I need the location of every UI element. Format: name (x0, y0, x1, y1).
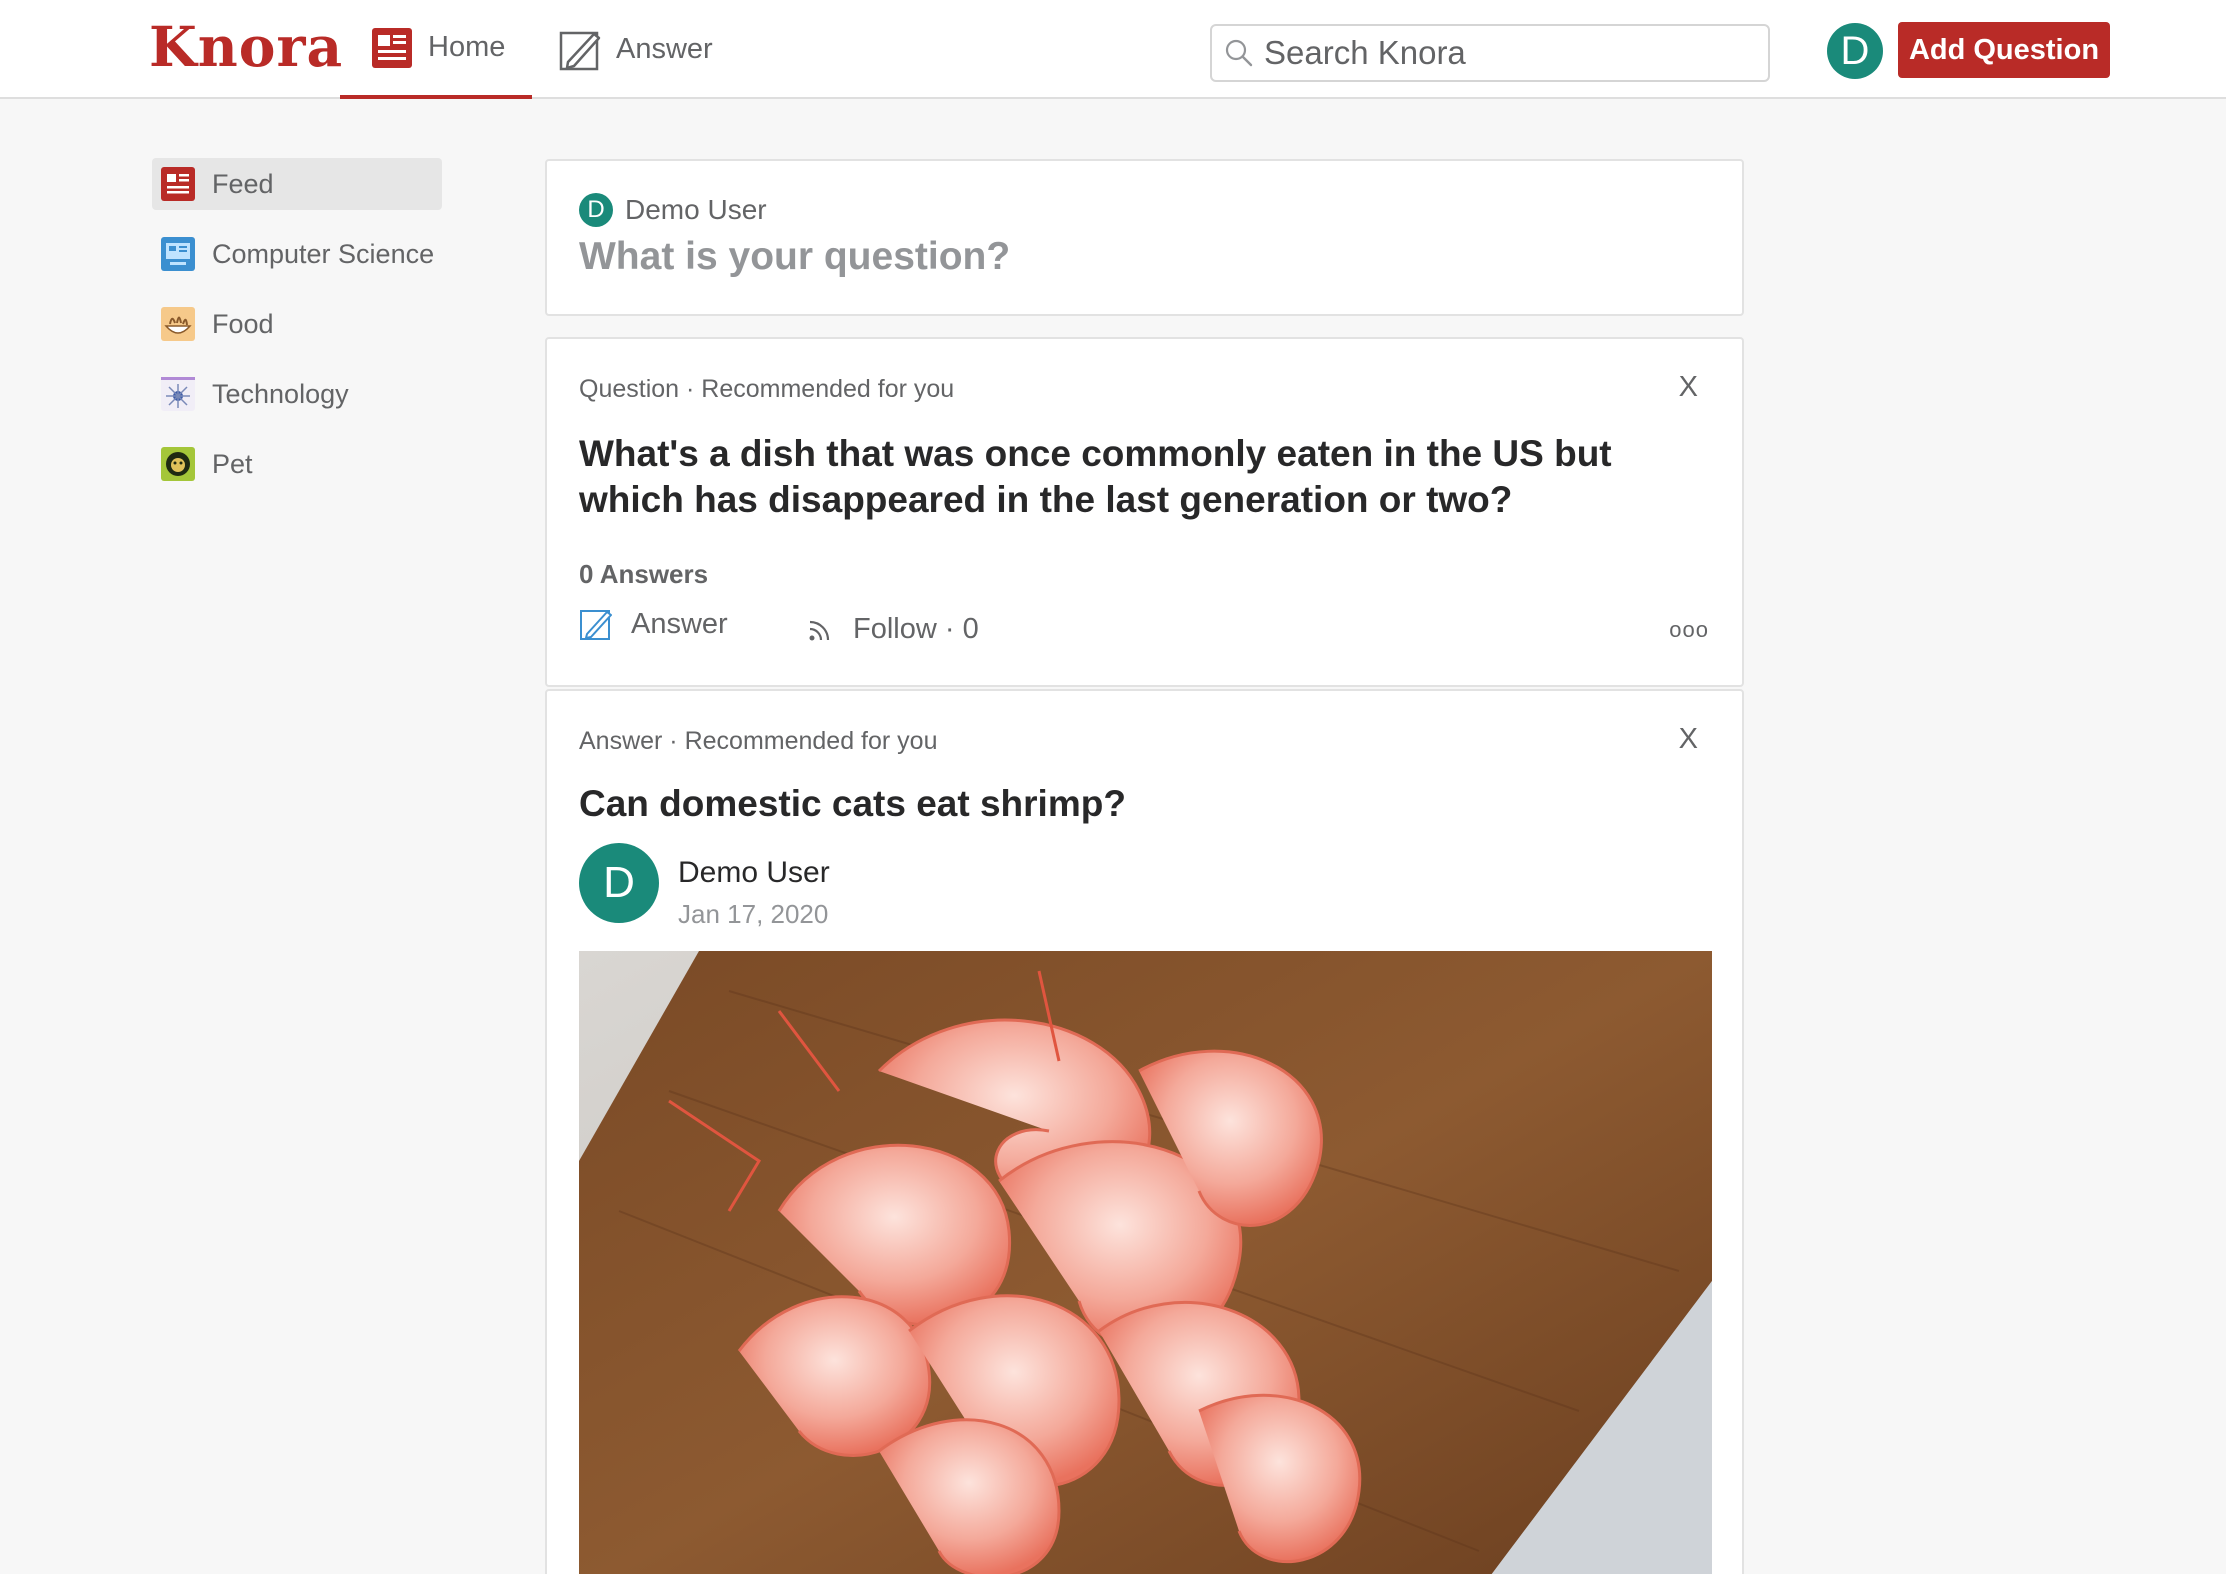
home-feed-icon (372, 27, 412, 68)
pet-icon (160, 446, 196, 482)
sidebar-item-label: Pet (212, 448, 253, 479)
answer-question-title[interactable]: Can domestic cats eat shrimp? (579, 783, 1126, 825)
pencil-square-icon (580, 610, 612, 640)
sidebar-item-computer-science[interactable]: Computer Science (152, 228, 442, 280)
answer-date: Jan 17, 2020 (678, 899, 829, 929)
nav-answer-label: Answer (616, 33, 713, 65)
sidebar-item-technology[interactable]: Technology (152, 368, 442, 420)
card-meta: Answer · Recommended for you (579, 727, 938, 755)
search-box[interactable] (1210, 24, 1770, 82)
nav-tab-answer[interactable]: Answer (558, 0, 713, 99)
sidebar-item-label: Computer Science (212, 238, 435, 269)
shrimp-photo (579, 951, 1712, 1574)
dismiss-button[interactable]: X (1679, 723, 1698, 756)
answer-button-label: Answer (631, 607, 728, 640)
rss-follow-icon (809, 620, 830, 640)
question-actions: Answer Follow · 0 ooo (579, 607, 1709, 657)
dismiss-button[interactable]: X (1679, 371, 1698, 404)
follow-button[interactable]: Follow · 0 (805, 613, 979, 646)
answer-feed-card: Answer · Recommended for you X Can domes… (545, 689, 1744, 1574)
author-avatar[interactable]: D (579, 843, 659, 923)
sidebar-item-pet[interactable]: Pet (152, 438, 442, 490)
sidebar-item-label: Feed (212, 168, 274, 199)
sidebar-item-label: Food (212, 308, 274, 339)
search-input[interactable] (1264, 34, 1744, 72)
food-icon (160, 306, 196, 342)
avatar: D (579, 193, 613, 227)
technology-icon (160, 376, 196, 412)
author-name[interactable]: Demo User (678, 856, 830, 890)
user-avatar[interactable]: D (1827, 23, 1883, 79)
topics-sidebar: Feed Computer Science Food Technology Pe… (152, 158, 442, 508)
computer-science-icon (160, 236, 196, 272)
feed-icon (160, 166, 196, 202)
top-navigation-bar: Knora Home Answer D Add Question (0, 0, 2226, 99)
question-title[interactable]: What's a dish that was once commonly eat… (579, 431, 1709, 523)
question-feed-card: Question · Recommended for you X What's … (545, 337, 1744, 687)
ask-user-row: D Demo User (579, 193, 767, 227)
search-icon (1225, 39, 1253, 67)
answers-count: 0 Answers (579, 559, 709, 589)
ask-question-prompt[interactable]: What is your question? (579, 235, 1010, 279)
card-meta: Question · Recommended for you (579, 375, 955, 403)
knora-logo[interactable]: Knora (149, 14, 343, 79)
pencil-square-icon (559, 31, 601, 70)
sidebar-item-feed[interactable]: Feed (152, 158, 442, 210)
more-options-button[interactable]: ooo (1669, 617, 1709, 643)
follow-button-label: Follow · 0 (853, 613, 979, 645)
nav-home-label: Home (428, 31, 506, 63)
sidebar-item-food[interactable]: Food (152, 298, 442, 350)
answer-button[interactable]: Answer (579, 607, 728, 641)
sidebar-item-label: Technology (212, 378, 349, 409)
ask-user-name: Demo User (625, 194, 767, 225)
add-question-button[interactable]: Add Question (1898, 22, 2110, 78)
ask-question-card[interactable]: D Demo User What is your question? (545, 159, 1744, 316)
nav-tab-home[interactable]: Home (340, 0, 532, 99)
